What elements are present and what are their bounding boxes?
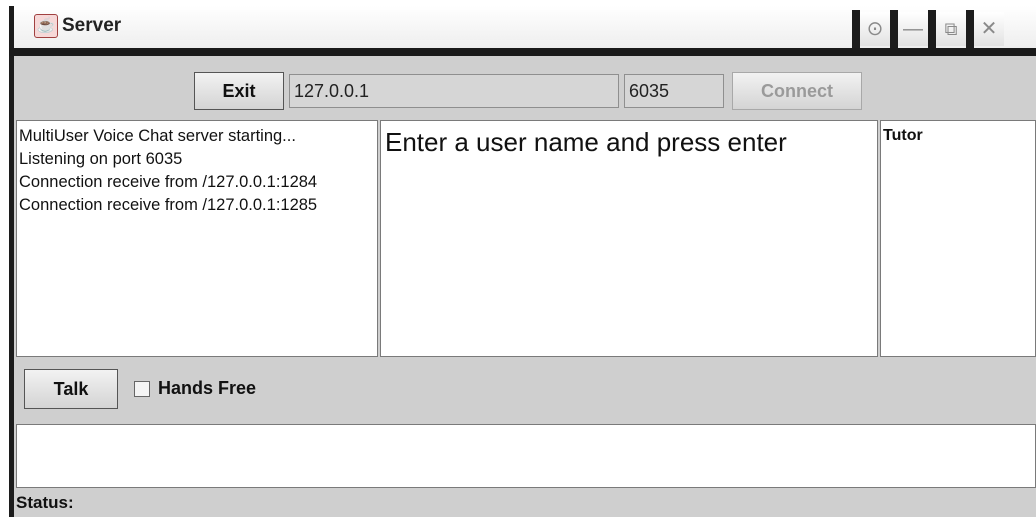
user-list-item[interactable]: Tutor: [883, 127, 1035, 145]
host-field[interactable]: 127.0.0.1: [289, 74, 619, 108]
titlebar-border: [9, 48, 1036, 56]
titlebar-separator: [890, 10, 898, 48]
maximize-icon[interactable]: ⧉: [936, 12, 966, 46]
titlebar-separator: [928, 10, 936, 48]
chat-prompt: Enter a user name and press enter: [385, 127, 787, 157]
minimize-icon[interactable]: —: [898, 12, 928, 46]
port-field[interactable]: 6035: [624, 74, 724, 108]
user-list[interactable]: Tutor: [880, 120, 1036, 357]
titlebar-separator: [966, 10, 974, 48]
log-line: Connection receive from /127.0.0.1:1284: [19, 173, 318, 191]
restore-icon[interactable]: ⊙: [860, 12, 890, 46]
log-line: MultiUser Voice Chat server starting...: [19, 127, 296, 145]
window-title: Server: [62, 15, 122, 36]
connect-button[interactable]: Connect: [732, 72, 862, 110]
message-input[interactable]: [16, 424, 1036, 488]
server-log: MultiUser Voice Chat server starting... …: [16, 120, 378, 357]
status-label: Status:: [16, 493, 74, 512]
log-line: Connection receive from /127.0.0.1:1285: [19, 196, 318, 214]
close-icon[interactable]: ✕: [974, 12, 1004, 46]
java-cup-icon: ☕: [34, 14, 58, 38]
hands-free-label[interactable]: Hands Free: [158, 378, 256, 399]
talk-button[interactable]: Talk: [24, 369, 118, 409]
log-line: Listening on port 6035: [19, 150, 183, 168]
exit-button[interactable]: Exit: [194, 72, 284, 110]
titlebar-separator: [852, 10, 860, 48]
window-titlebar[interactable]: ☕ Server ⊙ — ⧉ ✕: [14, 6, 1036, 48]
chat-area[interactable]: Enter a user name and press enter: [380, 120, 878, 357]
hands-free-checkbox[interactable]: [134, 381, 150, 397]
server-window-content: Exit 127.0.0.1 6035 Connect MultiUser Vo…: [14, 56, 1036, 517]
